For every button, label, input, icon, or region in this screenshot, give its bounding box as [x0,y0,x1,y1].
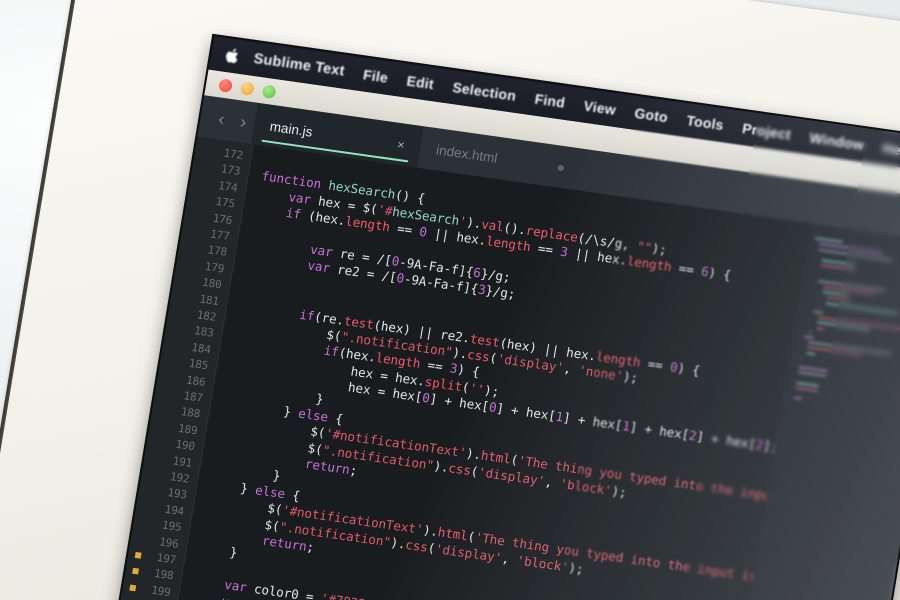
menu-item-tools[interactable]: Tools [685,112,725,133]
line-number: 174 [217,178,239,195]
line-number: 194 [163,502,185,519]
line-modified-marker [132,568,139,575]
tab-close-icon[interactable]: × [366,132,406,152]
line-number: 197 [155,551,177,567]
minimap-line [826,296,852,303]
line-number: 178 [206,243,228,260]
minimap-line [793,397,802,401]
menu-item-file[interactable]: File [362,66,389,85]
menu-item-find[interactable]: Find [534,91,567,111]
line-number: 173 [220,162,242,179]
window-close-button[interactable] [218,77,234,93]
line-number: 186 [185,373,207,389]
menu-item-selection[interactable]: Selection [451,79,517,104]
tab-label: main.js [268,118,314,140]
minimap-line [797,371,827,378]
menu-item-help[interactable]: Help [881,140,900,160]
menu-item-window[interactable]: Window [808,130,865,153]
minimap-line [800,356,803,359]
line-number: 198 [153,567,175,583]
minimap-line [813,310,824,314]
apple-logo-icon[interactable] [224,46,242,66]
line-number: 181 [198,292,220,308]
minimap-line [803,335,815,339]
tab-label: index.html [435,141,499,166]
line-number: 187 [182,389,204,405]
photo-scene: Sublime Text File Edit Selection Find Vi… [0,0,900,600]
line-number: 185 [187,356,210,373]
line-modified-marker [129,584,137,592]
minimap-line [795,386,818,392]
minimap-line [809,331,812,334]
minimap-line [815,326,825,330]
line-number: 183 [193,324,215,341]
menu-item-sublime-text[interactable]: Sublime Text [253,51,346,80]
minimap-line [806,351,816,355]
menu-item-project[interactable]: Project [741,120,792,143]
line-number: 179 [203,259,226,276]
minimap-line [819,306,821,309]
minimap-line [796,381,819,387]
menu-item-view[interactable]: View [582,98,617,118]
line-number: 191 [171,453,194,470]
menu-item-goto[interactable]: Goto [633,105,669,125]
line-number: 184 [190,340,212,357]
line-number: 196 [158,534,180,551]
line-number: 172 [222,146,244,163]
line-number: 193 [166,486,188,502]
line-modified-marker [134,551,142,559]
line-number: 180 [201,275,223,292]
line-number: 190 [174,437,196,454]
minimap-line [818,248,893,261]
minimap-line [821,290,849,297]
laptop-screen: Sublime Text File Edit Selection Find Vi… [109,36,900,600]
line-number: 189 [177,421,199,438]
menu-item-edit[interactable]: Edit [406,73,436,93]
line-number: 195 [161,518,183,535]
window-minimize-button[interactable] [239,80,255,96]
line-number: 199 [150,583,172,599]
line-number: 182 [195,308,218,324]
line-number: 177 [209,227,231,243]
line-number: 188 [179,405,202,421]
line-number: 175 [214,195,236,211]
line-number: 192 [169,470,191,486]
window-zoom-button[interactable] [261,83,277,99]
minimap-line [825,301,898,314]
tab-modified-dot-icon: ● [555,158,567,176]
line-number: 176 [211,211,234,227]
